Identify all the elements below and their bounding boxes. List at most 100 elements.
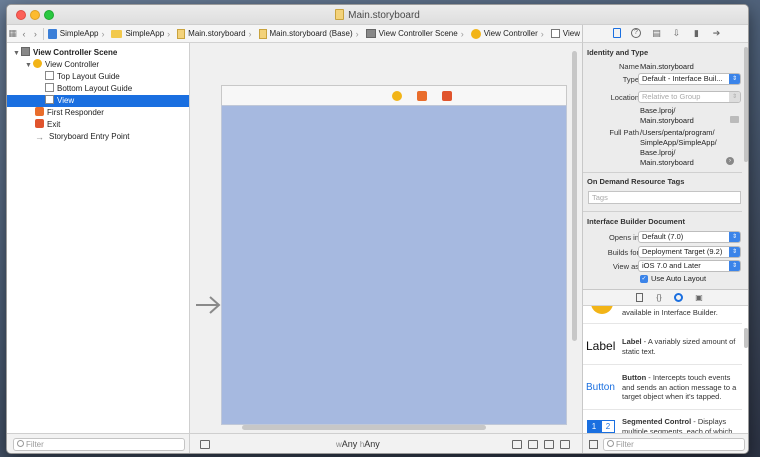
outline-item-view[interactable]: View: [7, 95, 189, 107]
resolve-issues-icon[interactable]: [560, 440, 570, 449]
popup-arrows-icon: ⇕: [729, 74, 740, 84]
section-divider: [583, 211, 742, 212]
storyboard-icon: [258, 28, 267, 39]
outline-item-exit[interactable]: Exit: [7, 119, 189, 131]
file-inspector-tab[interactable]: [611, 28, 622, 39]
pin-icon[interactable]: [544, 440, 554, 449]
breadcrumb-storyboard[interactable]: Main.storyboard ›: [175, 28, 256, 39]
outline-item-scene[interactable]: ▼ View Controller Scene: [7, 47, 189, 59]
project-icon: [47, 28, 57, 39]
folder-icon[interactable]: [730, 116, 739, 123]
ib-document-section-heading: Interface Builder Document: [587, 217, 685, 226]
stack-icon[interactable]: [512, 440, 522, 449]
inspector-tab-bar: ? ▤ ⇩ ▮ ➔: [582, 25, 748, 43]
library-tab-bar: {} ▣: [582, 289, 748, 306]
outline-item-first-responder[interactable]: First Responder: [7, 107, 189, 119]
inspector-scrollbar[interactable]: [744, 47, 748, 162]
toggle-outline-icon[interactable]: [200, 440, 210, 449]
name-value: Main.storyboard: [640, 62, 694, 71]
view-controller-icon[interactable]: [392, 91, 402, 101]
full-path-line-4: Main.storyboard: [640, 158, 694, 167]
document-outline: ▼ View Controller Scene ▼ View Controller …: [7, 43, 190, 433]
view-controller-icon: [470, 28, 481, 39]
outline-filter-input[interactable]: Filter: [13, 438, 185, 451]
folder-icon: [111, 29, 123, 38]
outline-item-view-controller[interactable]: ▼ View Controller: [7, 59, 189, 71]
back-arrow-icon[interactable]: ‹: [18, 29, 29, 39]
outline-item-top-layout-guide[interactable]: Top Layout Guide: [7, 71, 189, 83]
popup-arrows-icon: ⇕: [729, 232, 740, 242]
file-icon: [612, 28, 621, 38]
outline-item-bottom-layout-guide[interactable]: Bottom Layout Guide: [7, 83, 189, 95]
breadcrumb-storyboard-base[interactable]: Main.storyboard (Base) ›: [257, 28, 364, 39]
library-filter-bar: Filter: [582, 433, 748, 453]
builds-for-popup[interactable]: Deployment Target (9.2) ⇕: [638, 246, 741, 258]
first-responder-icon[interactable]: [417, 91, 427, 101]
connections-inspector-tab[interactable]: ➔: [711, 28, 722, 39]
storyboard-canvas[interactable]: [190, 43, 582, 433]
auto-layout-checkbox[interactable]: ✓: [640, 275, 648, 283]
identity-section-heading: Identity and Type: [587, 48, 649, 57]
tags-section-heading: On Demand Resource Tags: [587, 177, 685, 186]
exit-icon: [35, 119, 44, 128]
list-item-segmented-control[interactable]: 12 Segmented Control - Displays multiple…: [583, 412, 742, 433]
location-popup[interactable]: Relative to Group ⇕: [638, 91, 741, 103]
object-library-tab[interactable]: [674, 293, 684, 303]
reveal-in-finder-icon[interactable]: ›: [726, 157, 734, 165]
popup-arrows-icon: ⇕: [729, 92, 740, 102]
list-item-button[interactable]: Button Button - Intercepts touch events …: [583, 367, 742, 410]
grid-view-icon[interactable]: [589, 440, 598, 449]
popup-arrows-icon: ⇕: [729, 261, 740, 271]
identity-inspector-tab[interactable]: ▤: [651, 28, 662, 39]
breadcrumb-folder[interactable]: SimpleApp ›: [109, 29, 175, 39]
file-template-tab[interactable]: [634, 293, 644, 303]
list-item-label[interactable]: Label Label - A variably sized amount of…: [583, 331, 742, 365]
library-filter-input[interactable]: Filter: [603, 438, 745, 451]
breadcrumb-project[interactable]: SimpleApp ›: [46, 28, 110, 39]
divider: [43, 27, 44, 40]
button-icon: Button: [586, 382, 615, 393]
media-library-tab[interactable]: ▣: [694, 293, 704, 303]
breadcrumb-scene[interactable]: View Controller Scene ›: [364, 29, 469, 39]
title-bar: Main.storyboard: [7, 5, 748, 25]
view-controller-icon: [591, 306, 613, 314]
quick-help-tab[interactable]: ?: [631, 28, 642, 39]
chevron-right-icon: ›: [167, 28, 171, 39]
attributes-inspector-tab[interactable]: ⇩: [671, 28, 682, 39]
filter-icon: [17, 440, 24, 447]
first-responder-icon: [35, 107, 44, 116]
code-snippet-tab[interactable]: {}: [654, 293, 664, 303]
scene-icon: [21, 47, 30, 56]
breadcrumb-view[interactable]: View: [549, 29, 582, 38]
chevron-right-icon: ›: [460, 28, 464, 39]
related-items-grid-icon[interactable]: ▦: [7, 28, 18, 39]
vertical-scrollbar[interactable]: [572, 51, 577, 341]
exit-icon[interactable]: [442, 91, 452, 101]
tags-input[interactable]: Tags: [588, 191, 741, 204]
list-item[interactable]: available in Interface Builder.: [583, 306, 742, 324]
storyboard-icon: [335, 9, 345, 20]
type-popup[interactable]: Default - Interface Buil... ⇕: [638, 73, 741, 85]
outline-item-entry-point[interactable]: → Storyboard Entry Point: [7, 131, 189, 143]
layout-guide-icon: [45, 83, 54, 92]
horizontal-scrollbar[interactable]: [242, 425, 486, 430]
size-class-selector[interactable]: wAny hAny: [336, 439, 380, 449]
full-path-line-2: SimpleApp/SimpleApp/: [640, 138, 717, 147]
chevron-right-icon: ›: [248, 28, 252, 39]
label-icon: Label: [586, 339, 616, 353]
size-inspector-tab[interactable]: ▮: [691, 28, 702, 39]
library-scrollbar[interactable]: [744, 328, 748, 348]
section-divider: [583, 172, 742, 173]
view-as-popup[interactable]: iOS 7.0 and Later ⇕: [638, 260, 741, 272]
object-library: available in Interface Builder. Label La…: [582, 306, 748, 433]
entry-point-arrow-icon[interactable]: [196, 295, 222, 315]
jump-bar: ▦ ‹ › SimpleApp › SimpleApp › Main.storybo…: [7, 25, 582, 43]
align-icon[interactable]: [528, 440, 538, 449]
segmented-control-icon: 12: [587, 420, 615, 433]
forward-arrow-icon[interactable]: ›: [30, 29, 41, 39]
opens-in-popup[interactable]: Default (7.0) ⇕: [638, 231, 741, 243]
breadcrumb-view-controller[interactable]: View Controller ›: [469, 28, 549, 39]
layout-guide-icon: [45, 71, 54, 80]
popup-arrows-icon: ⇕: [729, 247, 740, 257]
view-controller-view[interactable]: [221, 105, 567, 425]
